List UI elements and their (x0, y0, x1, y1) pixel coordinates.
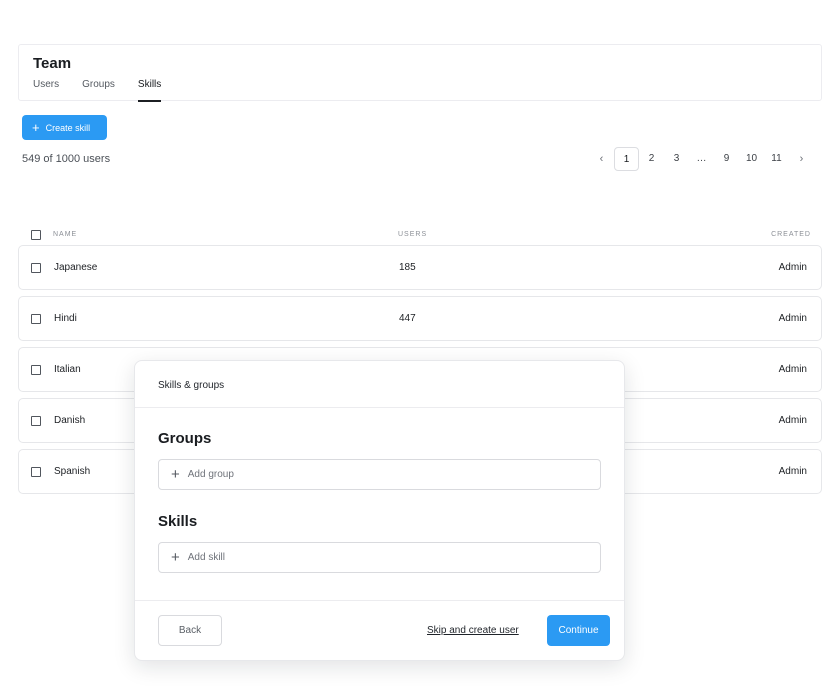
create-skill-label: Create skill (45, 122, 91, 133)
row-checkbox[interactable] (31, 467, 41, 477)
row-checkbox[interactable] (31, 314, 41, 324)
create-skill-button[interactable]: + Create skill (22, 115, 107, 140)
row-name: Japanese (54, 262, 98, 273)
page-title: Team (33, 55, 72, 72)
add-group-field[interactable]: + Add group (158, 459, 601, 490)
next-page-icon[interactable]: › (789, 147, 814, 171)
page-9[interactable]: 9 (714, 147, 739, 171)
user-count: 549 of 1000 users (22, 153, 111, 165)
plus-icon: + (171, 466, 180, 483)
tab-skills[interactable]: Skills (137, 79, 162, 102)
row-checkbox[interactable] (31, 416, 41, 426)
modal-divider (135, 407, 624, 408)
groups-heading: Groups (158, 430, 212, 447)
table-header: NAME USERS CREATED (18, 228, 822, 244)
row-name: Italian (54, 364, 81, 375)
select-all-checkbox[interactable] (31, 230, 41, 240)
page-2[interactable]: 2 (639, 147, 664, 171)
row-users: 185 (399, 262, 416, 273)
team-header: Team Users Groups Skills (18, 44, 822, 102)
skills-groups-modal: Skills & groups Groups + Add group Skill… (134, 360, 625, 661)
pagination: ‹ 1 2 3 … 9 10 11 › (589, 147, 814, 171)
column-header-created[interactable]: CREATED (771, 231, 811, 238)
add-skill-label: Add skill (187, 552, 226, 563)
plus-icon: + (32, 120, 40, 135)
page-ellipsis: … (696, 153, 707, 164)
page-11[interactable]: 11 (764, 147, 789, 171)
row-name: Danish (54, 415, 86, 426)
back-button[interactable]: Back (158, 615, 222, 646)
table-row[interactable]: Hindi 447 Admin (18, 296, 822, 341)
column-header-name[interactable]: NAME (53, 231, 77, 238)
add-group-label: Add group (187, 469, 234, 480)
skills-heading: Skills (158, 513, 198, 530)
table-row[interactable]: Japanese 185 Admin (18, 245, 822, 290)
add-skill-field[interactable]: + Add skill (158, 542, 601, 573)
page-1[interactable]: 1 (614, 147, 639, 171)
row-created: Admin (778, 364, 807, 375)
prev-page-icon[interactable]: ‹ (589, 147, 614, 171)
row-checkbox[interactable] (31, 365, 41, 375)
row-users: 447 (399, 313, 416, 324)
row-name: Spanish (54, 466, 91, 477)
row-created: Admin (778, 313, 807, 324)
column-header-users[interactable]: USERS (398, 231, 427, 238)
page-3[interactable]: 3 (664, 147, 689, 171)
plus-icon: + (171, 549, 180, 566)
row-created: Admin (778, 262, 807, 273)
row-created: Admin (778, 466, 807, 477)
continue-button[interactable]: Continue (547, 615, 610, 646)
tab-bar: Users Groups Skills (33, 79, 184, 102)
page-10[interactable]: 10 (739, 147, 764, 171)
modal-title: Skills & groups (158, 380, 225, 391)
row-created: Admin (778, 415, 807, 426)
modal-divider (135, 600, 624, 601)
tab-users[interactable]: Users (33, 79, 59, 101)
tab-groups[interactable]: Groups (82, 79, 115, 101)
row-checkbox[interactable] (31, 263, 41, 273)
row-name: Hindi (54, 313, 77, 324)
skip-and-create-user-link[interactable]: Skip and create user (427, 625, 519, 636)
